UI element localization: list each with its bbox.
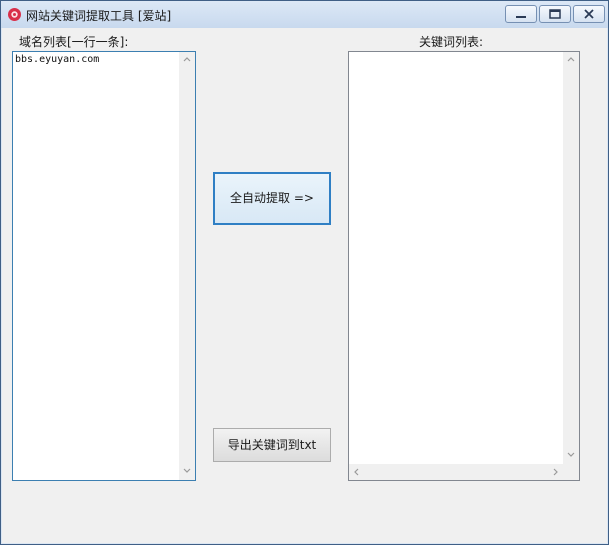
- keyword-list-label: 关键词列表:: [419, 35, 484, 49]
- keyword-list-textbox[interactable]: [348, 51, 580, 481]
- maximize-button[interactable]: [539, 5, 571, 23]
- scroll-down-arrow-icon[interactable]: [563, 446, 579, 462]
- scroll-left-arrow-icon[interactable]: [349, 464, 365, 480]
- main-window: 网站关键词提取工具 [爱站] 域名列表[一行一条]: 关键词列表: bbs.ey…: [0, 0, 609, 545]
- app-icon: [8, 8, 21, 21]
- domain-list-vscrollbar[interactable]: [179, 52, 195, 480]
- domain-list-content: bbs.eyuyan.com: [15, 54, 100, 65]
- title-bar[interactable]: 网站关键词提取工具 [爱站]: [1, 1, 608, 28]
- maximize-icon: [549, 9, 561, 19]
- minimize-icon: [516, 16, 526, 18]
- scrollbar-corner: [563, 464, 579, 480]
- minimize-button[interactable]: [505, 5, 537, 23]
- scroll-up-arrow-icon[interactable]: [563, 52, 579, 68]
- client-area: 域名列表[一行一条]: 关键词列表: bbs.eyuyan.com 全自动提取 …: [2, 28, 607, 543]
- scroll-up-arrow-icon[interactable]: [179, 52, 195, 68]
- close-icon: [584, 9, 594, 19]
- scroll-right-arrow-icon[interactable]: [547, 464, 563, 480]
- window-title: 网站关键词提取工具 [爱站]: [26, 9, 172, 23]
- auto-extract-button[interactable]: 全自动提取 =>: [213, 172, 331, 225]
- keyword-list-vscrollbar[interactable]: [563, 52, 579, 464]
- keyword-list-hscrollbar[interactable]: [349, 464, 563, 480]
- export-keywords-button[interactable]: 导出关键词到txt: [213, 428, 331, 462]
- close-button[interactable]: [573, 5, 605, 23]
- scroll-down-arrow-icon[interactable]: [179, 462, 195, 478]
- domain-list-textbox[interactable]: bbs.eyuyan.com: [12, 51, 196, 481]
- domain-list-label: 域名列表[一行一条]:: [19, 35, 129, 49]
